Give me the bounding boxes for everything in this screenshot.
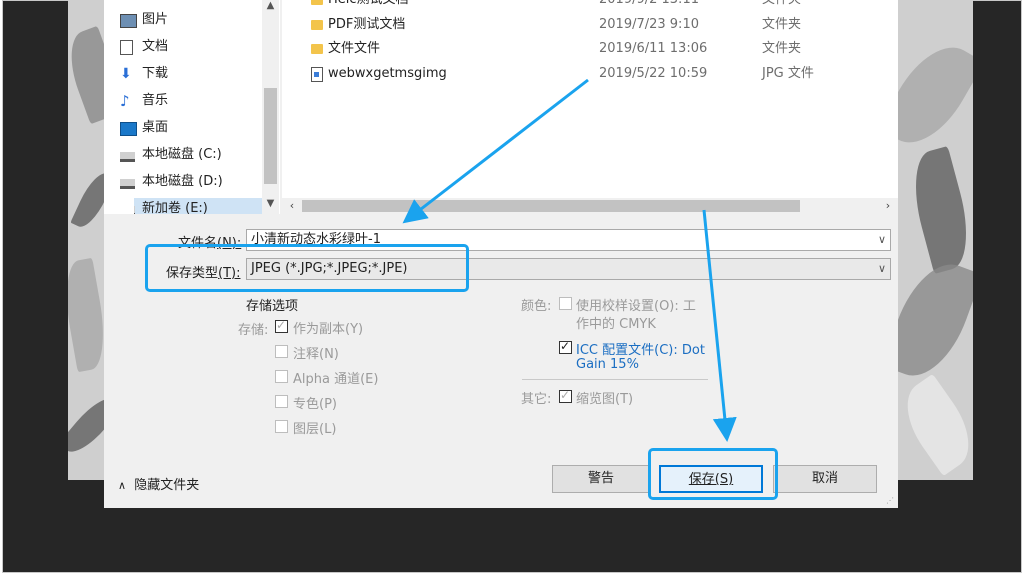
screenshot-stage: 图片 文档 ⬇ 下载 ♪ 音乐 桌面 本地磁盘 (C:) 本地磁盘 (D:) 新… bbox=[0, 0, 1024, 575]
arrow-to-save-type bbox=[402, 78, 589, 224]
annotation-arrows bbox=[402, 78, 737, 442]
arrow-to-save-button bbox=[702, 209, 737, 442]
